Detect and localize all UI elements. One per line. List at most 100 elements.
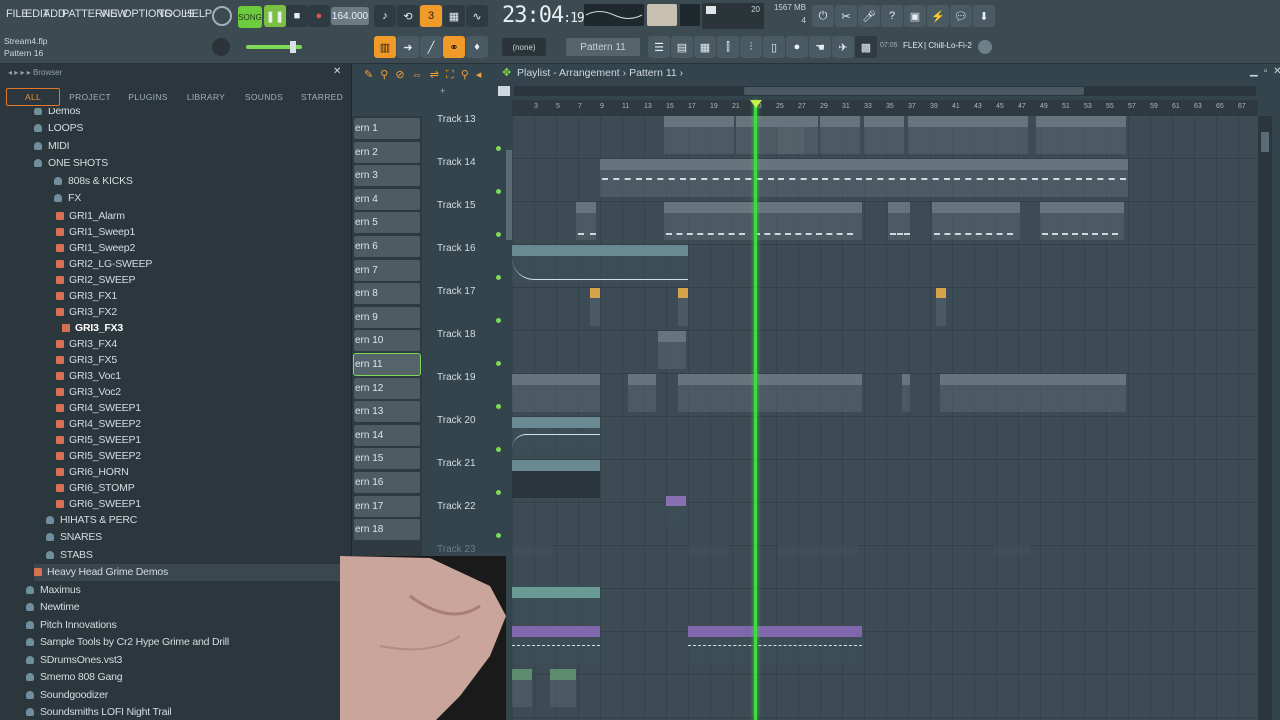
tab-plugins[interactable]: PLUGINS	[124, 88, 172, 106]
playlist-clip[interactable]: Delay 2 - Mix level	[512, 460, 600, 498]
song-mode-toggle[interactable]: SONG	[238, 6, 262, 28]
pattern-item[interactable]: ern 13	[354, 401, 420, 423]
plugin-db-button[interactable]: ●	[786, 36, 808, 58]
audio-clip-small[interactable]	[678, 288, 688, 326]
pattern-item[interactable]: ern 7	[354, 259, 420, 281]
pattern-selector[interactable]: Pattern 11	[566, 38, 640, 56]
pattern-clip-green[interactable]	[512, 669, 532, 707]
track-label[interactable]: Track 13	[437, 114, 476, 125]
track-label[interactable]: Track 22	[437, 501, 476, 512]
draw-button[interactable]: ╱	[420, 36, 442, 58]
browser-file[interactable]: GRI3_FX4	[56, 335, 117, 352]
pattern-item[interactable]: ern 17	[354, 495, 420, 517]
track-mute-led[interactable]	[496, 533, 501, 538]
playlist-clip[interactable]: Pattern 16	[766, 374, 862, 412]
browser-file[interactable]: GRI3_Voc1	[56, 367, 121, 384]
playlist-clip[interactable]: Pattern 12	[864, 159, 908, 197]
add-track-icon[interactable]: +	[440, 86, 445, 96]
track-label[interactable]: Track 19	[437, 372, 476, 383]
browser-file-selected[interactable]: GRI3_FX3	[62, 319, 123, 336]
playlist-clip[interactable]: Pattern 13	[1040, 202, 1124, 240]
automation-clip-purple[interactable]	[512, 626, 600, 664]
track-mute-led[interactable]	[496, 189, 501, 194]
track-mute-led[interactable]	[496, 146, 501, 151]
pitch-knob[interactable]	[212, 38, 230, 56]
playhead[interactable]	[754, 100, 757, 720]
browser-root-folder[interactable]: Newtime	[26, 599, 80, 616]
snap-button[interactable]: ⏻	[812, 5, 834, 27]
pattern-item[interactable]: ern 5	[354, 212, 420, 234]
browser-file[interactable]: GRI1_Sweep1	[56, 223, 135, 240]
tab-project[interactable]: PROJECT	[66, 88, 114, 106]
playlist-clip[interactable]: Pattern 13	[888, 202, 910, 240]
playlist-clip[interactable]: Pattern 15	[512, 374, 600, 412]
browser-file[interactable]: GRI5_SWEEP2	[56, 447, 141, 464]
track-lane[interactable]	[512, 503, 1258, 546]
playlist-clip[interactable]: Insert 19 - Volume	[512, 586, 600, 625]
globe-icon[interactable]	[978, 40, 992, 54]
track-mute-led[interactable]	[496, 318, 501, 323]
playlist-clip[interactable]: Pattern 12	[600, 159, 644, 197]
track-lane[interactable]	[512, 288, 1258, 331]
pattern-item[interactable]: ern 10	[354, 330, 420, 352]
track-mute-led[interactable]	[496, 490, 501, 495]
play-pattern-icon[interactable]: ✥	[502, 66, 511, 79]
browser-folder[interactable]: LOOPS	[34, 120, 83, 137]
playhead-marker-icon[interactable]	[750, 100, 762, 108]
channel-rack-button[interactable]: ▦	[694, 36, 716, 58]
playlist-clip[interactable]: Pattern 13	[932, 202, 1020, 240]
cut-button[interactable]: ✂	[835, 5, 857, 27]
save-button[interactable]: ▣	[904, 5, 926, 27]
cpu-button[interactable]: ▩	[855, 36, 877, 58]
browser-root-folder[interactable]: SDrumsOnes.vst3	[26, 651, 122, 668]
track-mute-led[interactable]	[496, 404, 501, 409]
browser-file[interactable]: GRI3_Voc2	[56, 383, 121, 400]
browser-folder[interactable]: Demos	[34, 108, 80, 119]
browser-root-folder[interactable]: Smemo 808 Gang	[26, 669, 123, 686]
clip-small[interactable]	[902, 374, 910, 412]
tab-starred[interactable]: STARRED	[298, 88, 346, 106]
playlist-clip[interactable]: Pattern 13	[576, 202, 596, 240]
mixer-button[interactable]: ⫿	[717, 36, 739, 58]
playlist-clip[interactable]: Patt..14	[908, 116, 938, 154]
pattern-item[interactable]: ern 3	[354, 165, 420, 187]
pattern-item[interactable]: ern 15	[354, 448, 420, 470]
browser-file[interactable]: GRI3_FX1	[56, 287, 117, 304]
blend-notes-button[interactable]: ∿	[466, 5, 488, 27]
track-label[interactable]: Track 21	[437, 458, 476, 469]
window-controls[interactable]: ▁▫✕	[1250, 66, 1280, 77]
track-label[interactable]: Track 16	[437, 243, 476, 254]
playlist-clip[interactable]: Pattern 12	[996, 159, 1040, 197]
playlist-clip[interactable]: Pattern 13	[664, 202, 752, 240]
browser-file[interactable]: GRI4_SWEEP2	[56, 415, 141, 432]
tab-sounds[interactable]: SOUNDS	[240, 88, 288, 106]
browser-file[interactable]: GRI1_Alarm	[56, 207, 125, 224]
playlist-clip[interactable]: Pattern 12	[1040, 159, 1084, 197]
automation-clip-purple[interactable]	[688, 626, 862, 664]
chat-button[interactable]: 💬︎	[950, 5, 972, 27]
pattern-item[interactable]: ern 1	[354, 118, 420, 139]
playlist-clip[interactable]: SS..a	[658, 331, 686, 369]
piano-roll-button[interactable]: ▤	[671, 36, 693, 58]
preset-selector[interactable]: (none)	[502, 38, 546, 56]
stop-button[interactable]: ■	[286, 5, 308, 27]
playlist-clip[interactable]: Pattern 18	[778, 543, 858, 582]
menu-help[interactable]: HELP	[184, 8, 212, 20]
stamp-button[interactable]: ♦	[466, 36, 488, 58]
pattern-item[interactable]: ern 2	[354, 141, 420, 163]
slider-handle[interactable]	[290, 41, 296, 53]
download-button[interactable]: ⬇	[973, 5, 995, 27]
scrollbar-thumb[interactable]	[744, 87, 1084, 95]
wait-input-button[interactable]: ⟲	[397, 5, 419, 27]
vertical-scrollbar[interactable]	[1258, 116, 1272, 720]
track-label[interactable]: Track 23	[437, 544, 476, 555]
track-lane[interactable]	[512, 675, 1258, 718]
automation-clip-small[interactable]	[666, 496, 686, 526]
browser-root-folder[interactable]: Maximus	[26, 581, 81, 598]
browser-file[interactable]: GRI2_SWEEP	[56, 271, 135, 288]
track-mute-led[interactable]	[496, 275, 501, 280]
play-button[interactable]: ❚❚	[264, 5, 286, 27]
playlist-clip[interactable]: Pattern 13	[752, 202, 862, 240]
playlist-clip[interactable]: Pattern 12	[908, 159, 952, 197]
playlist-clip[interactable]: Pat..6	[628, 374, 656, 412]
